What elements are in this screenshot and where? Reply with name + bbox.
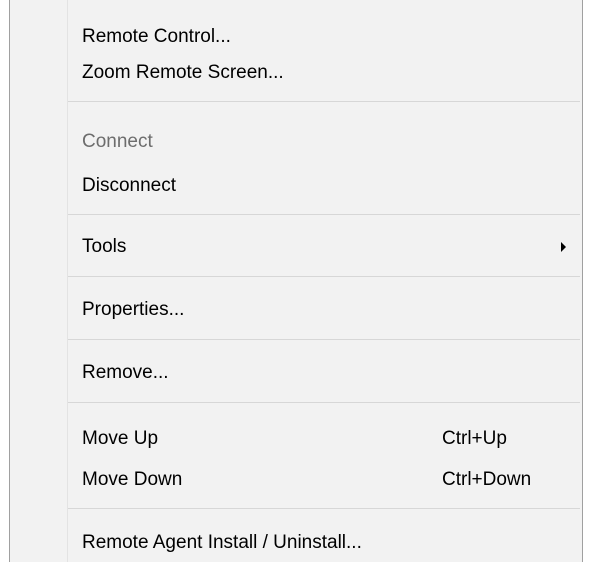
- menu-item-label: Tools: [82, 236, 127, 257]
- submenu-arrow-icon: [561, 242, 566, 252]
- menu-item-move-down[interactable]: Move Down Ctrl+Down: [68, 461, 580, 499]
- menu-item-remove[interactable]: Remove...: [68, 354, 580, 392]
- menu-item-shortcut: Ctrl+Down: [442, 469, 532, 490]
- menu-item-shortcut: Ctrl+Up: [442, 428, 507, 449]
- menu-separator: [68, 276, 580, 277]
- menu-item-label: Move Up: [82, 428, 159, 449]
- menu-separator: [68, 402, 580, 403]
- menu-separator: [68, 214, 580, 215]
- menu-item-label: Zoom Remote Screen...: [82, 62, 284, 83]
- menu-separator: [68, 339, 580, 340]
- menu-item-label: Properties...: [82, 299, 185, 320]
- menu-item-zoom-remote-screen[interactable]: Zoom Remote Screen...: [68, 54, 580, 92]
- menu-item-label: Remote Agent Install / Uninstall...: [82, 532, 362, 553]
- menu-item-connect: Connect: [68, 123, 580, 161]
- menu-item-label: Remove...: [82, 362, 169, 383]
- menu-item-properties[interactable]: Properties...: [68, 291, 580, 329]
- context-menu: Remote Control... Zoom Remote Screen... …: [9, 0, 583, 562]
- menu-item-remote-agent-install-uninstall[interactable]: Remote Agent Install / Uninstall...: [68, 524, 580, 562]
- menu-item-remote-control[interactable]: Remote Control...: [68, 18, 580, 56]
- menu-item-label: Connect: [82, 131, 153, 152]
- menu-item-label: Disconnect: [82, 175, 176, 196]
- menu-item-move-up[interactable]: Move Up Ctrl+Up: [68, 420, 580, 458]
- menu-separator: [68, 508, 580, 509]
- menu-item-label: Move Down: [82, 469, 183, 490]
- menu-item-disconnect[interactable]: Disconnect: [68, 167, 580, 205]
- menu-item-tools[interactable]: Tools: [68, 228, 580, 266]
- menu-item-label: Remote Control...: [82, 26, 231, 47]
- menu-separator: [68, 101, 580, 102]
